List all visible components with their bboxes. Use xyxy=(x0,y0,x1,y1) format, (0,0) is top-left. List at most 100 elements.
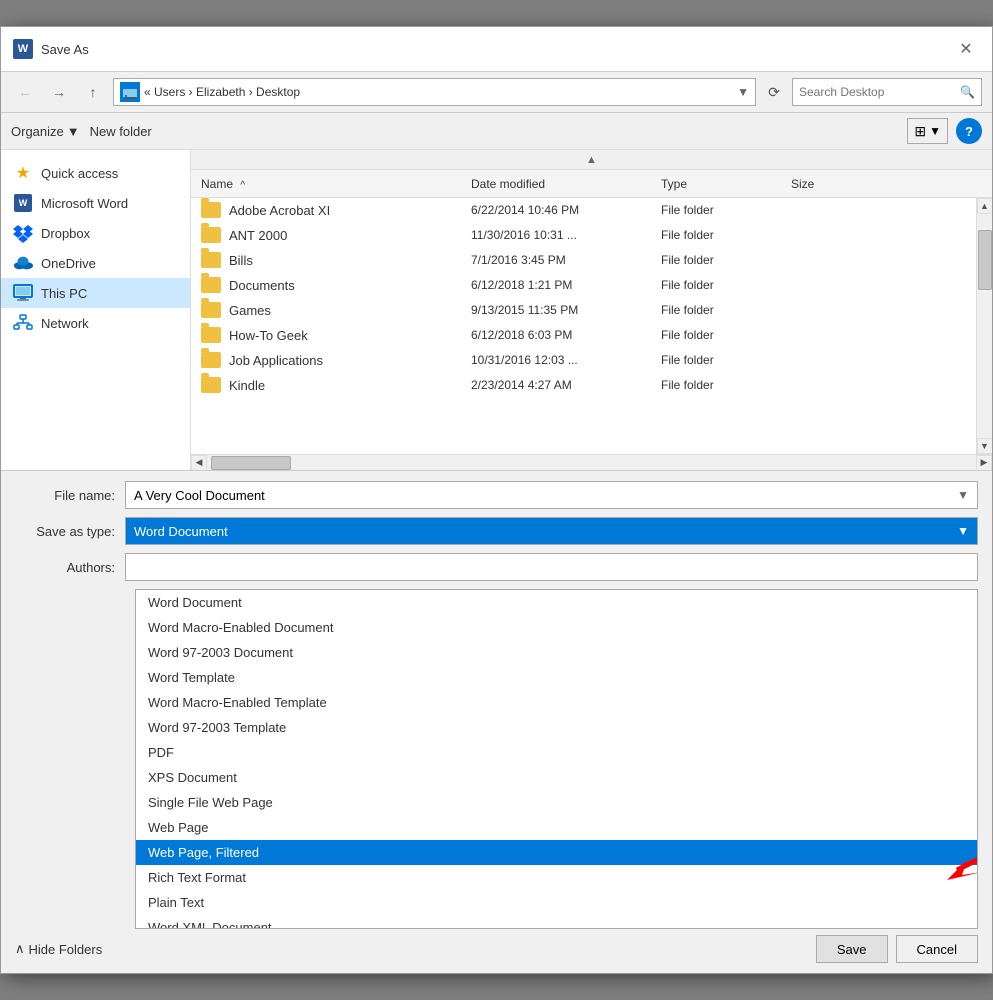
bottom-section: File name: A Very Cool Document ▼ Save a… xyxy=(1,470,992,973)
folder-icon xyxy=(201,302,221,318)
save-cancel-buttons: Save Cancel xyxy=(816,935,978,963)
save-type-dropdown[interactable]: Word Document ▼ xyxy=(125,517,978,545)
dropbox-icon xyxy=(13,223,33,243)
h-scroll-thumb[interactable] xyxy=(211,456,291,470)
dropdown-item-rtf[interactable]: Rich Text Format xyxy=(136,865,977,890)
table-row[interactable]: Kindle 2/23/2014 4:27 AM File folder xyxy=(191,373,976,398)
sidebar-item-onedrive[interactable]: OneDrive xyxy=(1,248,190,278)
sidebar-item-microsoft-word[interactable]: W Microsoft Word xyxy=(1,188,190,218)
search-icon: 🔍 xyxy=(960,85,975,99)
sidebar-label-dropbox: Dropbox xyxy=(41,226,90,241)
file-area: ▲ Name ^ Date modified Type Size xyxy=(191,150,992,470)
sidebar-item-quick-access[interactable]: ★ Quick access xyxy=(1,158,190,188)
table-row[interactable]: How-To Geek 6/12/2018 6:03 PM File folde… xyxy=(191,323,976,348)
dropdown-item-single-web[interactable]: Single File Web Page xyxy=(136,790,977,815)
footer-row: ∧ Hide Folders Save Cancel xyxy=(15,935,978,963)
save-type-dropdown-arrow: ▼ xyxy=(957,524,969,538)
authors-input[interactable] xyxy=(125,553,978,581)
action-bar-left: Organize ▼ New folder xyxy=(11,124,152,139)
dropdown-item-plain-text[interactable]: Plain Text xyxy=(136,890,977,915)
action-bar: Organize ▼ New folder ⊞ ▼ ? xyxy=(1,113,992,150)
dropdown-item-word-xml[interactable]: Word XML Document xyxy=(136,915,977,929)
file-name-label: File name: xyxy=(15,488,125,503)
dropdown-item-word-template[interactable]: Word Template xyxy=(136,665,977,690)
save-as-dialog: W Save As ✕ ← → ↑ « Users › Elizabeth › … xyxy=(0,26,993,974)
up-button[interactable]: ↑ xyxy=(79,80,107,104)
folder-icon xyxy=(201,352,221,368)
sidebar-label-network: Network xyxy=(41,316,89,331)
col-header-type[interactable]: Type xyxy=(651,177,781,191)
sidebar-label-this-pc: This PC xyxy=(41,286,87,301)
save-type-row: Save as type: Word Document ▼ xyxy=(15,517,978,545)
onedrive-icon xyxy=(13,253,33,273)
save-button[interactable]: Save xyxy=(816,935,888,963)
scroll-left-arrow[interactable]: ◀ xyxy=(191,455,207,471)
file-name-input[interactable]: A Very Cool Document ▼ xyxy=(125,481,978,509)
col-header-date[interactable]: Date modified xyxy=(461,177,651,191)
scroll-right-arrow[interactable]: ▶ xyxy=(976,455,992,471)
folder-icon xyxy=(201,252,221,268)
dropdown-item-pdf[interactable]: PDF xyxy=(136,740,977,765)
back-button[interactable]: ← xyxy=(11,80,39,104)
col-header-name[interactable]: Name ^ xyxy=(191,177,461,191)
help-button[interactable]: ? xyxy=(956,118,982,144)
view-button[interactable]: ⊞ ▼ xyxy=(907,118,948,144)
scroll-up-arrow[interactable]: ▲ xyxy=(977,198,993,214)
scroll-down-arrow[interactable]: ▼ xyxy=(977,438,993,454)
scroll-thumb[interactable] xyxy=(978,230,992,290)
folder-icon xyxy=(201,227,221,243)
table-row[interactable]: Bills 7/1/2016 3:45 PM File folder xyxy=(191,248,976,273)
hide-folders-button[interactable]: ∧ Hide Folders xyxy=(15,941,102,957)
table-row[interactable]: Documents 6/12/2018 1:21 PM File folder xyxy=(191,273,976,298)
dropdown-item-word-document[interactable]: Word Document xyxy=(136,590,977,615)
dropdown-item-web-page[interactable]: Web Page xyxy=(136,815,977,840)
address-bar-icon xyxy=(120,82,140,102)
col-header-size[interactable]: Size xyxy=(781,177,861,191)
close-button[interactable]: ✕ xyxy=(952,35,980,63)
cancel-button[interactable]: Cancel xyxy=(896,935,978,963)
sidebar-item-dropbox[interactable]: Dropbox xyxy=(1,218,190,248)
refresh-button[interactable]: ⟳ xyxy=(762,80,786,104)
search-input[interactable] xyxy=(799,85,956,99)
dropdown-item-word-macro-template[interactable]: Word Macro-Enabled Template xyxy=(136,690,977,715)
dropdown-item-word-macro[interactable]: Word Macro-Enabled Document xyxy=(136,615,977,640)
column-headers: Name ^ Date modified Type Size xyxy=(191,170,992,198)
monitor-icon xyxy=(13,283,33,303)
dropdown-item-word-97-2003-template[interactable]: Word 97-2003 Template xyxy=(136,715,977,740)
star-icon: ★ xyxy=(13,163,33,183)
sidebar-label-quick-access: Quick access xyxy=(41,166,118,181)
save-type-label: Save as type: xyxy=(15,524,125,539)
view-icon: ⊞ xyxy=(914,123,926,140)
forward-button[interactable]: → xyxy=(45,80,73,104)
dropdown-item-word-97-2003[interactable]: Word 97-2003 Document xyxy=(136,640,977,665)
dropdown-item-web-filtered[interactable]: Web Page, Filtered xyxy=(136,840,977,865)
title-bar-left: W Save As xyxy=(13,39,89,59)
address-chevron: ▼ xyxy=(737,85,749,99)
dropdown-item-xps[interactable]: XPS Document xyxy=(136,765,977,790)
sidebar-item-network[interactable]: Network xyxy=(1,308,190,338)
sort-up-indicator: ▲ xyxy=(586,154,597,166)
authors-label: Authors: xyxy=(15,560,125,575)
table-row[interactable]: Games 9/13/2015 11:35 PM File folder xyxy=(191,298,976,323)
search-box: 🔍 xyxy=(792,78,982,106)
file-name-dropdown-arrow: ▼ xyxy=(957,488,969,502)
sidebar-item-this-pc[interactable]: This PC xyxy=(1,278,190,308)
new-folder-button[interactable]: New folder xyxy=(90,124,152,139)
table-row[interactable]: Adobe Acrobat XI 6/22/2014 10:46 PM File… xyxy=(191,198,976,223)
address-bar[interactable]: « Users › Elizabeth › Desktop ▼ xyxy=(113,78,756,106)
sidebar-label-microsoft-word: Microsoft Word xyxy=(41,196,128,211)
folder-icon xyxy=(201,202,221,218)
file-name-row: File name: A Very Cool Document ▼ xyxy=(15,481,978,509)
folder-icon xyxy=(201,277,221,293)
table-row[interactable]: Job Applications 10/31/2016 12:03 ... Fi… xyxy=(191,348,976,373)
file-list: Adobe Acrobat XI 6/22/2014 10:46 PM File… xyxy=(191,198,976,454)
folder-icon xyxy=(201,377,221,393)
sidebar: ★ Quick access W Microsoft Word xyxy=(1,150,191,470)
horizontal-scrollbar[interactable]: ◀ ▶ xyxy=(191,454,992,470)
authors-row: Authors: xyxy=(15,553,978,581)
address-path: « Users › Elizabeth › Desktop xyxy=(144,85,733,99)
vertical-scrollbar[interactable]: ▲ ▼ xyxy=(976,198,992,454)
organize-button[interactable]: Organize ▼ xyxy=(11,124,80,139)
table-row[interactable]: ANT 2000 11/30/2016 10:31 ... File folde… xyxy=(191,223,976,248)
toolbar: ← → ↑ « Users › Elizabeth › Desktop ▼ ⟳ … xyxy=(1,72,992,113)
